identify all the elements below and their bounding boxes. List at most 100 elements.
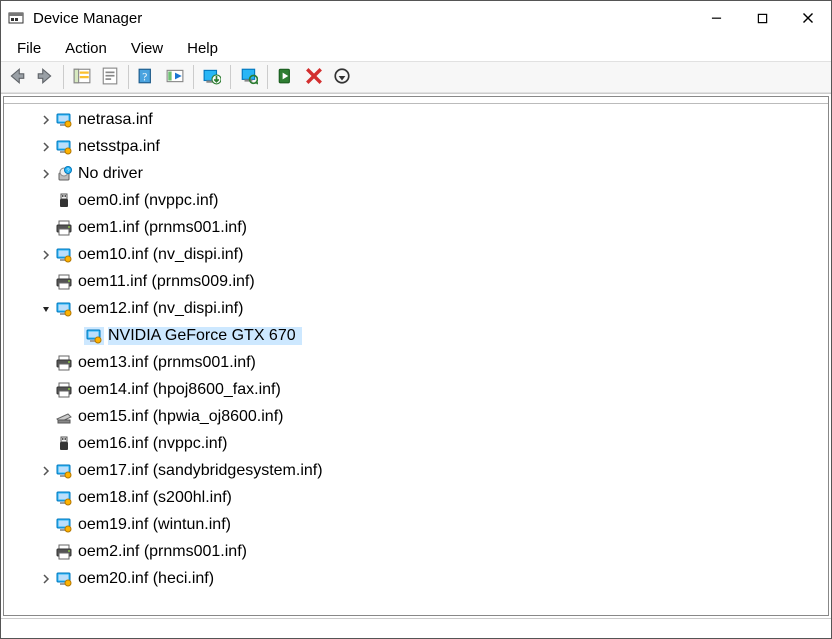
tree-item-label: oem14.inf (hpoj8600_fax.inf)	[78, 381, 287, 399]
tree-item[interactable]: oem20.inf (heci.inf)	[30, 565, 828, 592]
tree-item[interactable]: oem16.inf (nvppc.inf)	[30, 430, 828, 457]
properties-button[interactable]	[96, 63, 124, 91]
enable-dev-icon	[277, 67, 295, 88]
action-icon	[166, 67, 184, 88]
usb-plug-icon	[54, 435, 74, 453]
printer-icon	[54, 219, 74, 237]
update-drv-icon	[203, 67, 221, 88]
view-cycle-icon	[333, 67, 351, 88]
unknown-device-icon	[54, 165, 74, 183]
monitor-icon	[54, 516, 74, 534]
toolbar-separator	[193, 65, 194, 89]
tree-item[interactable]: oem1.inf (prnms001.inf)	[30, 214, 828, 241]
tree-item[interactable]: netrasa.inf	[30, 106, 828, 133]
tree-item[interactable]: oem0.inf (nvppc.inf)	[30, 187, 828, 214]
tree-item-label: oem10.inf (nv_dispi.inf)	[78, 246, 249, 264]
tree-item[interactable]: NVIDIA GeForce GTX 670	[60, 322, 828, 349]
printer-icon	[54, 381, 74, 399]
main-area: netrasa.inf netsstpa.inf No driver oem0.inf…	[1, 93, 831, 638]
forward-button[interactable]	[31, 63, 59, 91]
tree-item-label: oem13.inf (prnms001.inf)	[78, 354, 262, 372]
tree-item[interactable]: oem2.inf (prnms001.inf)	[30, 538, 828, 565]
tree-item[interactable]: oem14.inf (hpoj8600_fax.inf)	[30, 376, 828, 403]
tree-item[interactable]: oem11.inf (prnms009.inf)	[30, 268, 828, 295]
printer-icon	[54, 543, 74, 561]
tree-item-label: oem20.inf (heci.inf)	[78, 570, 220, 588]
expander-icon	[38, 220, 54, 236]
back-button[interactable]	[3, 63, 31, 91]
titlebar: Device Manager	[1, 1, 831, 35]
tree-item-label: oem1.inf (prnms001.inf)	[78, 219, 253, 237]
tree-item[interactable]: oem19.inf (wintun.inf)	[30, 511, 828, 538]
tree-item[interactable]: oem18.inf (s200hl.inf)	[30, 484, 828, 511]
minimize-button[interactable]	[693, 2, 739, 34]
tree-item[interactable]: oem15.inf (hpwia_oj8600.inf)	[30, 403, 828, 430]
monitor-icon	[54, 300, 74, 318]
view-devices-button[interactable]	[328, 63, 356, 91]
expander-icon[interactable]	[38, 139, 54, 155]
tree-item-label: oem18.inf (s200hl.inf)	[78, 489, 238, 507]
monitor-icon	[54, 246, 74, 264]
toolbar-separator	[63, 65, 64, 89]
action-button[interactable]	[161, 63, 189, 91]
close-button[interactable]	[785, 2, 831, 34]
expander-icon[interactable]	[38, 571, 54, 587]
monitor-icon	[54, 489, 74, 507]
toolbar	[1, 61, 831, 93]
tree-item-label: NVIDIA GeForce GTX 670	[108, 327, 302, 345]
tree-item[interactable]: No driver	[30, 160, 828, 187]
expander-icon	[38, 274, 54, 290]
menu-view[interactable]: View	[119, 38, 175, 59]
expander-icon[interactable]	[38, 166, 54, 182]
enable-device-button[interactable]	[272, 63, 300, 91]
scanner-icon	[54, 408, 74, 426]
console-tree-icon	[73, 67, 91, 88]
expander-icon	[38, 355, 54, 371]
help-button[interactable]	[133, 63, 161, 91]
menubar: FileActionViewHelp	[1, 35, 831, 61]
maximize-button[interactable]	[739, 2, 785, 34]
tree-item[interactable]: oem13.inf (prnms001.inf)	[30, 349, 828, 376]
arrow-right-icon	[36, 67, 54, 88]
tree-item[interactable]: oem17.inf (sandybridgesystem.inf)	[30, 457, 828, 484]
tree-item[interactable]: oem12.inf (nv_dispi.inf)	[30, 295, 828, 322]
expander-icon[interactable]	[38, 112, 54, 128]
tree-item-label: oem17.inf (sandybridgesystem.inf)	[78, 462, 329, 480]
arrow-left-icon	[8, 67, 26, 88]
printer-icon	[54, 273, 74, 291]
window: Device Manager FileActionViewHelp netras…	[0, 0, 832, 639]
expander-icon	[38, 436, 54, 452]
device-tree[interactable]: netrasa.inf netsstpa.inf No driver oem0.inf…	[4, 104, 828, 615]
expander-icon[interactable]	[38, 463, 54, 479]
expander-icon	[38, 193, 54, 209]
menu-action[interactable]: Action	[53, 38, 119, 59]
usb-plug-icon	[54, 192, 74, 210]
tree-column-header[interactable]	[4, 97, 828, 104]
properties-icon	[101, 67, 119, 88]
statusbar	[1, 618, 831, 638]
monitor-icon	[84, 327, 104, 345]
menu-file[interactable]: File	[5, 38, 53, 59]
scan-hardware-button[interactable]	[235, 63, 263, 91]
tree-item-label: oem12.inf (nv_dispi.inf)	[78, 300, 249, 318]
expander-icon	[38, 517, 54, 533]
toolbar-separator	[267, 65, 268, 89]
show-hide-console-tree-button[interactable]	[68, 63, 96, 91]
printer-icon	[54, 354, 74, 372]
uninstall-device-button[interactable]	[300, 63, 328, 91]
expander-icon[interactable]	[38, 301, 54, 317]
monitor-icon	[54, 111, 74, 129]
tree-item-label: oem15.inf (hpwia_oj8600.inf)	[78, 408, 289, 426]
tree-item[interactable]: netsstpa.inf	[30, 133, 828, 160]
monitor-icon	[54, 462, 74, 480]
uninstall-dev-icon	[305, 67, 323, 88]
tree-item-label: netsstpa.inf	[78, 138, 166, 156]
tree-item-label: oem16.inf (nvppc.inf)	[78, 435, 233, 453]
update-driver-button[interactable]	[198, 63, 226, 91]
tree-item[interactable]: oem10.inf (nv_dispi.inf)	[30, 241, 828, 268]
tree-item-label: No driver	[78, 165, 149, 183]
menu-help[interactable]: Help	[175, 38, 230, 59]
expander-icon	[38, 544, 54, 560]
window-controls	[693, 2, 831, 34]
expander-icon[interactable]	[38, 247, 54, 263]
